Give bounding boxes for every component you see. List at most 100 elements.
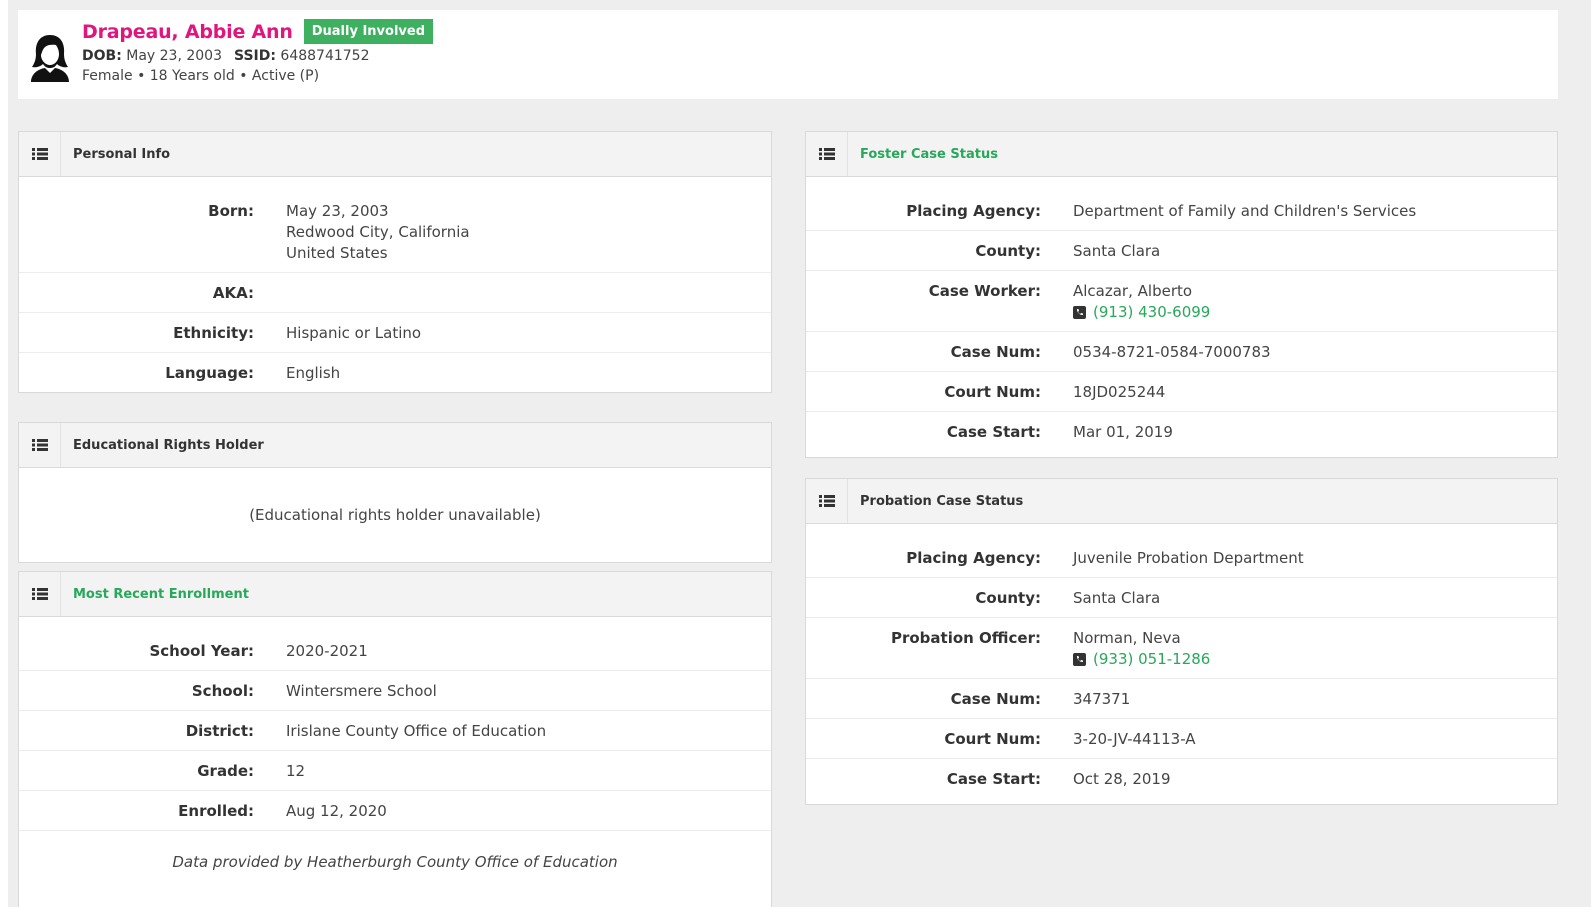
personal-info-panel: Personal Info Born: May 23, 2003 Redwood… <box>18 131 772 393</box>
detail-row-born: Born: May 23, 2003 Redwood City, Califor… <box>19 191 771 273</box>
row-value: Santa Clara <box>1073 242 1161 260</box>
row-value: Department of Family and Children's Serv… <box>1073 202 1417 220</box>
detail-row-probation-officer: Probation Officer: Norman, Neva (933) 05… <box>806 618 1557 679</box>
row-label: County: <box>975 242 1041 260</box>
row-label: Court Num: <box>944 383 1041 401</box>
student-summary: Female • 18 Years old • Active (P) <box>82 68 320 84</box>
list-icon[interactable] <box>818 148 835 160</box>
panel-header: Probation Case Status <box>806 479 1557 524</box>
phone-number[interactable]: (913) 430-6099 <box>1093 302 1210 323</box>
row-value: Hispanic or Latino <box>286 324 422 342</box>
row-value: 3-20-JV-44113-A <box>1073 730 1196 748</box>
row-label: Placing Agency: <box>906 549 1041 567</box>
row-label: District: <box>185 722 254 740</box>
row-label: Language: <box>165 364 254 382</box>
list-icon[interactable] <box>31 588 48 600</box>
detail-row-ethnicity: Ethnicity: Hispanic or Latino <box>19 313 771 353</box>
probation-officer-phone-link[interactable]: (933) 051-1286 <box>1073 649 1210 670</box>
born-country: United States <box>286 244 388 262</box>
detail-row-placing-agency: Placing Agency: Juvenile Probation Depar… <box>806 538 1557 578</box>
row-label: Grade: <box>197 762 254 780</box>
case-worker-phone-link[interactable]: (913) 430-6099 <box>1073 302 1210 323</box>
dob-ssid-line: DOB: May 23, 2003 SSID: 6488741752 <box>82 47 433 65</box>
row-value: Irislane County Office of Education <box>286 722 547 740</box>
detail-row-placing-agency: Placing Agency: Department of Family and… <box>806 191 1557 231</box>
dually-involved-badge: Dually Involved <box>303 19 433 44</box>
detail-row-language: Language: English <box>19 353 771 392</box>
row-label: Enrolled: <box>178 802 254 820</box>
panel-title: Personal Info <box>73 146 171 162</box>
phone-icon <box>1073 306 1086 319</box>
educational-rights-panel: Educational Rights Holder (Educational r… <box>18 422 772 563</box>
row-label: Case Num: <box>950 343 1041 361</box>
row-value: 347371 <box>1073 690 1131 708</box>
panel-title[interactable]: Most Recent Enrollment <box>73 587 249 602</box>
row-label: School Year: <box>149 642 254 660</box>
phone-icon <box>1073 653 1086 666</box>
row-label: Placing Agency: <box>906 202 1041 220</box>
row-label: Born: <box>208 202 254 220</box>
left-edge <box>0 0 8 907</box>
panel-header: Personal Info <box>19 132 771 177</box>
row-label: County: <box>975 589 1041 607</box>
row-value: 12 <box>286 762 306 780</box>
row-label: Court Num: <box>944 730 1041 748</box>
list-icon[interactable] <box>31 148 48 160</box>
foster-case-panel: Foster Case Status Placing Agency: Depar… <box>805 131 1558 458</box>
panel-header: Most Recent Enrollment <box>19 572 771 617</box>
row-label: Probation Officer: <box>890 629 1041 647</box>
row-label: Case Start: <box>946 423 1041 441</box>
row-label: Case Worker: <box>928 282 1041 300</box>
probation-officer-name: Norman, Neva <box>1073 629 1181 647</box>
detail-row-aka: AKA: <box>19 273 771 313</box>
detail-row-case-start: Case Start: Mar 01, 2019 <box>806 412 1557 457</box>
detail-row-case-worker: Case Worker: Alcazar, Alberto (913) 430-… <box>806 271 1557 332</box>
detail-row-enrolled: Enrolled: Aug 12, 2020 <box>19 791 771 831</box>
dob-value: May 23, 2003 <box>126 48 222 64</box>
dob-label: DOB: <box>82 48 122 64</box>
row-value: Mar 01, 2019 <box>1073 423 1173 441</box>
detail-row-court-num: Court Num: 3-20-JV-44113-A <box>806 719 1557 759</box>
list-icon[interactable] <box>31 439 48 451</box>
born-date: May 23, 2003 <box>286 202 389 220</box>
row-value: Santa Clara <box>1073 589 1161 607</box>
row-value: Aug 12, 2020 <box>286 802 387 820</box>
probation-case-panel: Probation Case Status Placing Agency: Ju… <box>805 478 1558 805</box>
row-label: Ethnicity: <box>173 324 254 342</box>
detail-row-case-num: Case Num: 347371 <box>806 679 1557 719</box>
panel-header: Foster Case Status <box>806 132 1557 177</box>
row-label: AKA: <box>212 284 254 302</box>
row-value: English <box>286 364 341 382</box>
row-label: School: <box>191 682 254 700</box>
born-city: Redwood City, California <box>286 223 470 241</box>
list-icon[interactable] <box>818 495 835 507</box>
case-worker-name: Alcazar, Alberto <box>1073 282 1193 300</box>
detail-row-court-num: Court Num: 18JD025244 <box>806 372 1557 412</box>
panel-title: Educational Rights Holder <box>73 437 264 453</box>
data-source-note: Data provided by Heatherburgh County Off… <box>172 853 618 871</box>
ssid-value: 6488741752 <box>280 48 370 64</box>
row-value: Juvenile Probation Department <box>1073 549 1304 567</box>
detail-row-case-start: Case Start: Oct 28, 2019 <box>806 759 1557 804</box>
student-name[interactable]: Drapeau, Abbie Ann <box>82 21 293 43</box>
ssid-label: SSID: <box>234 48 276 64</box>
row-label: Case Start: <box>946 770 1041 788</box>
row-label: Case Num: <box>950 690 1041 708</box>
detail-row-school: School: Wintersmere School <box>19 671 771 711</box>
phone-number[interactable]: (933) 051-1286 <box>1093 649 1210 670</box>
female-user-icon <box>31 35 69 82</box>
detail-row-district: District: Irislane County Office of Educ… <box>19 711 771 751</box>
empty-message: (Educational rights holder unavailable) <box>249 506 541 524</box>
detail-row-county: County: Santa Clara <box>806 578 1557 618</box>
row-value: 18JD025244 <box>1073 383 1166 401</box>
row-value: 0534-8721-0584-7000783 <box>1073 343 1271 361</box>
panel-title: Probation Case Status <box>860 493 1024 509</box>
detail-row-grade: Grade: 12 <box>19 751 771 791</box>
row-value: Oct 28, 2019 <box>1073 770 1171 788</box>
detail-row-county: County: Santa Clara <box>806 231 1557 271</box>
student-header: Drapeau, Abbie Ann Dually Involved DOB: … <box>18 10 1558 99</box>
detail-row-school-year: School Year: 2020-2021 <box>19 631 771 671</box>
panel-title[interactable]: Foster Case Status <box>860 147 998 162</box>
enrollment-panel: Most Recent Enrollment School Year: 2020… <box>18 571 772 907</box>
row-value: Wintersmere School <box>286 682 437 700</box>
